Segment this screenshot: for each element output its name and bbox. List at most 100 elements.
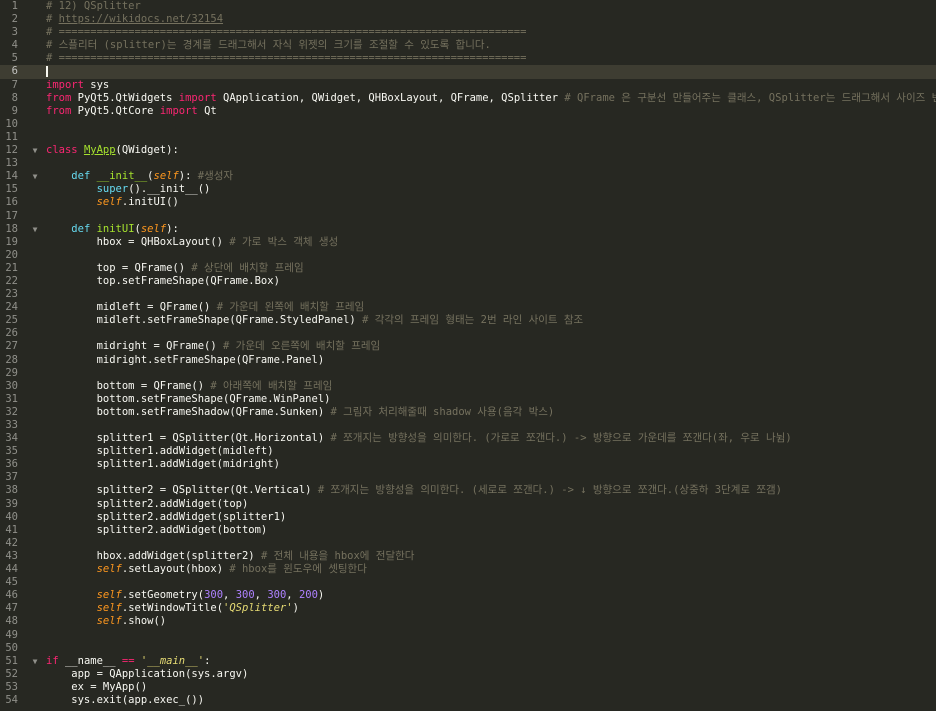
code-token: # 아래쪽에 배치할 프레임 <box>210 379 333 392</box>
code-line[interactable]: 52 app = QApplication(sys.argv) <box>0 668 936 681</box>
code-token: .setLayout(hbox) <box>121 563 230 576</box>
code-line[interactable]: 2 # https://wikidocs.net/32154 <box>0 13 936 26</box>
code-editor[interactable]: 1 # 12) QSplitter 2 # https://wikidocs.net/… <box>0 0 936 711</box>
code-line[interactable]: 23 <box>0 288 936 301</box>
code-area[interactable]: 1 # 12) QSplitter 2 # https://wikidocs.net/… <box>0 0 936 707</box>
code-line[interactable]: 24 midleft = QFrame() # 가운데 왼쪽에 배치할 프레임 <box>0 301 936 314</box>
code-token: ): <box>166 222 179 235</box>
code-line[interactable]: 4 # 스플리터 (splitter)는 경계를 드래그해서 자식 위젯의 크기를… <box>0 39 936 52</box>
code-line[interactable]: 40 splitter2.addWidget(splitter1) <box>0 511 936 524</box>
line-code: splitter1 = QSplitter(Qt.Horizontal) # 쪼… <box>46 432 792 445</box>
line-code: hbox.addWidget(splitter2) # 전체 내용을 hbox에… <box>46 550 415 563</box>
code-line[interactable]: 51 ▼ if __name__ == '__main__': <box>0 655 936 668</box>
code-token: splitter1 = QSplitter(Qt.Horizontal) <box>46 432 331 445</box>
fold-toggle-icon[interactable]: ▼ <box>29 223 41 236</box>
line-code: self.show() <box>46 615 167 628</box>
fold-toggle-icon[interactable]: ▼ <box>29 144 41 157</box>
code-line[interactable]: 42 <box>0 537 936 550</box>
code-token: 300 <box>267 589 287 602</box>
code-line[interactable]: 10 <box>0 118 936 131</box>
code-line[interactable]: 22 top.setFrameShape(QFrame.Box) <box>0 275 936 288</box>
code-line[interactable]: 12 ▼ class MyApp(QWidget): <box>0 144 936 157</box>
code-line[interactable]: 39 splitter2.addWidget(top) <box>0 498 936 511</box>
line-number: 5 <box>11 52 18 65</box>
code-line[interactable]: 33 <box>0 419 936 432</box>
line-number: 40 <box>5 510 18 523</box>
code-token: self <box>96 589 122 602</box>
code-line[interactable]: 21 top = QFrame() # 상단에 배치할 프레임 <box>0 262 936 275</box>
code-line[interactable]: 7 import sys <box>0 79 936 92</box>
code-line[interactable]: 13 <box>0 157 936 170</box>
code-token: hbox = QHBoxLayout() <box>46 235 230 248</box>
code-token: top = QFrame() <box>46 261 192 274</box>
code-line[interactable]: 15 super().__init__() <box>0 183 936 196</box>
line-number: 51 <box>5 654 18 667</box>
code-line[interactable]: 36 splitter1.addWidget(midright) <box>0 458 936 471</box>
code-line[interactable]: 45 <box>0 576 936 589</box>
code-line[interactable]: 35 splitter1.addWidget(midleft) <box>0 445 936 458</box>
code-line[interactable]: 27 midright = QFrame() # 가운데 오른쪽에 배치할 프레… <box>0 340 936 353</box>
code-token: # 상단에 배치할 프레임 <box>191 261 304 274</box>
code-token: MyApp <box>83 144 116 157</box>
code-line[interactable]: 17 <box>0 210 936 223</box>
code-line[interactable]: 18 ▼ def initUI(self): <box>0 223 936 236</box>
code-line[interactable]: 47 self.setWindowTitle('QSplitter') <box>0 602 936 615</box>
code-token: .setWindowTitle( <box>121 602 224 615</box>
code-line[interactable]: 29 <box>0 367 936 380</box>
code-line[interactable]: 5 # =====================================… <box>0 52 936 65</box>
code-line[interactable]: 1 # 12) QSplitter <box>0 0 936 13</box>
code-line[interactable]: 54 sys.exit(app.exec_()) <box>0 694 936 707</box>
code-line[interactable]: 41 splitter2.addWidget(bottom) <box>0 524 936 537</box>
code-line[interactable]: 28 midright.setFrameShape(QFrame.Panel) <box>0 354 936 367</box>
code-line[interactable]: 14 ▼ def __init__(self): #생성자 <box>0 170 936 183</box>
code-line[interactable]: 49 <box>0 629 936 642</box>
code-line[interactable]: 11 <box>0 131 936 144</box>
code-line[interactable]: 48 self.show() <box>0 615 936 628</box>
code-line[interactable]: 8 from PyQt5.QtWidgets import QApplicatio… <box>0 92 936 105</box>
code-token: splitter2.addWidget(splitter1) <box>46 510 287 523</box>
fold-toggle-icon[interactable]: ▼ <box>29 655 41 668</box>
code-line[interactable]: 53 ex = MyApp() <box>0 681 936 694</box>
line-number: 22 <box>5 274 18 287</box>
code-line[interactable]: 30 bottom = QFrame() # 아래쪽에 배치할 프레임 <box>0 380 936 393</box>
fold-toggle-icon[interactable]: ▼ <box>29 170 41 183</box>
line-code: top.setFrameShape(QFrame.Box) <box>46 275 280 288</box>
code-line[interactable]: 3 # =====================================… <box>0 26 936 39</box>
code-line[interactable]: 26 <box>0 327 936 340</box>
line-number: 44 <box>5 563 18 576</box>
code-token: ) <box>292 602 299 615</box>
line-number: 32 <box>5 405 18 418</box>
code-line[interactable]: 9 from PyQt5.QtCore import Qt <box>0 105 936 118</box>
line-number: 50 <box>5 641 18 654</box>
code-line[interactable]: 43 hbox.addWidget(splitter2) # 전체 내용을 hb… <box>0 550 936 563</box>
code-line[interactable]: 32 bottom.setFrameShadow(QFrame.Sunken) … <box>0 406 936 419</box>
code-line[interactable]: 20 <box>0 249 936 262</box>
line-code: sys.exit(app.exec_()) <box>46 694 204 707</box>
code-line[interactable]: 44 self.setLayout(hbox) # hbox를 윈도우에 셋팅한… <box>0 563 936 576</box>
code-token: #생성자 <box>197 170 234 183</box>
code-line[interactable]: 37 <box>0 471 936 484</box>
code-line[interactable]: 25 midleft.setFrameShape(QFrame.StyledPa… <box>0 314 936 327</box>
code-token: # 가로 박스 객체 생성 <box>229 235 339 248</box>
code-line[interactable]: 31 bottom.setFrameShape(QFrame.WinPanel) <box>0 393 936 406</box>
code-token: .show() <box>121 615 167 628</box>
line-number: 17 <box>5 209 18 222</box>
code-token: self <box>153 170 179 183</box>
line-number: 6 <box>11 65 18 78</box>
line-number: 14 <box>5 170 18 183</box>
code-line[interactable]: 34 splitter1 = QSplitter(Qt.Horizontal) … <box>0 432 936 445</box>
line-number: 30 <box>5 379 18 392</box>
code-line[interactable]: 46 self.setGeometry(300, 300, 300, 200) <box>0 589 936 602</box>
line-number: 7 <box>11 78 18 91</box>
code-line[interactable]: 16 self.initUI() <box>0 196 936 209</box>
line-code: bottom = QFrame() # 아래쪽에 배치할 프레임 <box>46 379 333 393</box>
line-code: # 12) QSplitter <box>46 0 141 13</box>
code-line[interactable]: 19 hbox = QHBoxLayout() # 가로 박스 객체 생성 <box>0 236 936 249</box>
code-token: # 스플리터 (splitter)는 경계를 드래그해서 자식 위젯의 크기를 … <box>46 39 491 52</box>
code-token: PyQt5.QtWidgets <box>71 91 179 104</box>
line-code: splitter1.addWidget(midright) <box>46 458 280 471</box>
code-line[interactable]: 50 <box>0 642 936 655</box>
code-line[interactable]: 6 <box>0 65 936 79</box>
line-number: 27 <box>5 340 18 353</box>
code-line[interactable]: 38 splitter2 = QSplitter(Qt.Vertical) # … <box>0 484 936 497</box>
